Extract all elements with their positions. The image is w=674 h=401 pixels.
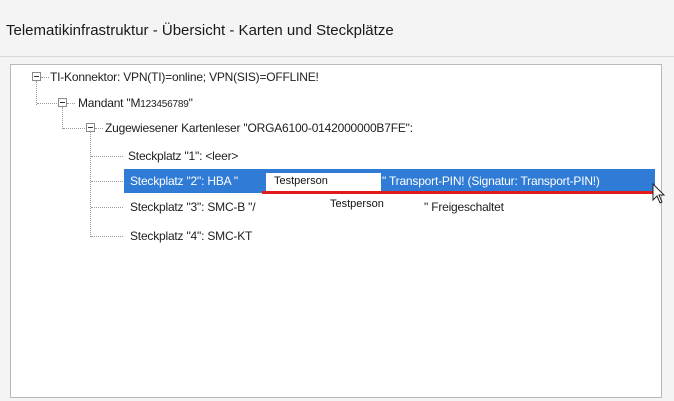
mouse-pointer-icon <box>652 182 666 210</box>
redaction-label-slot-2: Testperson <box>266 173 381 191</box>
tree-node-mandant[interactable]: Mandant "M123456789" <box>78 96 193 110</box>
tree-connector-line <box>90 132 91 237</box>
slot-3-suffix: " Freigeschaltet <box>424 200 504 214</box>
tree-connector-line <box>95 128 103 129</box>
collapse-icon-connector[interactable] <box>32 72 41 81</box>
tree-node-slot-3[interactable]: Steckplatz "3": SMC-B "/ <box>130 200 256 214</box>
tree-node-slot-1[interactable]: Steckplatz "1": <leer> <box>128 149 238 163</box>
mandant-id: 123456789 <box>140 99 189 110</box>
tree-connector-line <box>67 103 75 104</box>
tree-view[interactable] <box>10 64 662 398</box>
tree-connector-line <box>91 181 123 182</box>
window-title: Telematikinfrastruktur - Übersicht - Kar… <box>6 22 394 39</box>
tree-node-slot-4[interactable]: Steckplatz "4": SMC-KT <box>130 229 252 243</box>
tree-connector-line <box>91 236 123 237</box>
collapse-icon-reader[interactable] <box>86 123 95 132</box>
tree-node-slot-2[interactable]: Steckplatz "2": HBA " <box>130 174 238 188</box>
tree-connector-line <box>36 81 37 105</box>
tree-connector-line <box>91 156 123 157</box>
highlight-underline <box>262 191 656 194</box>
tree-connector-line <box>63 128 85 129</box>
tree-node-connector[interactable]: TI-Konnektor: VPN(TI)=online; VPN(SIS)=O… <box>50 70 319 84</box>
title-divider <box>0 56 674 57</box>
mandant-prefix: Mandant "M <box>78 96 141 110</box>
tree-connector-line <box>62 107 63 129</box>
slot-2-suffix: " Transport-PIN! (Signatur: Transport-PI… <box>382 174 600 188</box>
redaction-label-slot-3: Testperson <box>296 196 426 216</box>
mandant-suffix: " <box>188 96 193 110</box>
slot-2-prefix: Steckplatz "2": HBA " <box>130 174 238 188</box>
tree-connector-line <box>91 207 123 208</box>
tree-connector-line <box>37 103 57 104</box>
tree-connector-line <box>41 77 49 78</box>
tree-node-reader[interactable]: Zugewiesener Kartenleser "ORGA6100-01420… <box>105 121 413 135</box>
collapse-icon-mandant[interactable] <box>58 98 67 107</box>
slot-3-prefix: Steckplatz "3": SMC-B "/ <box>130 200 256 214</box>
window: Telematikinfrastruktur - Übersicht - Kar… <box>0 0 674 401</box>
